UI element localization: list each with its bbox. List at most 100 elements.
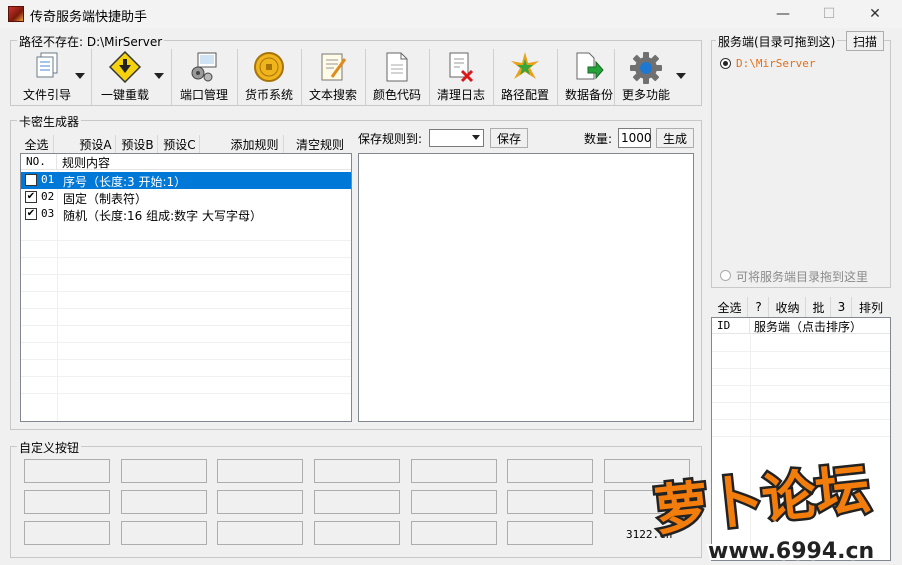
color-code-icon	[386, 52, 408, 82]
custom-button-3[interactable]	[217, 459, 303, 483]
path-config-icon	[511, 52, 539, 79]
grid-line	[21, 291, 351, 292]
grid-line	[21, 359, 351, 360]
rules-list[interactable]: NO. 规则内容 ✔ 01 序号（长度:3 开始:1） ✔ 02 固定（制表符）…	[20, 153, 352, 422]
server-col-id[interactable]: ID	[712, 318, 750, 334]
custom-button-8[interactable]	[24, 490, 110, 514]
preset-a-button[interactable]: 预设A	[76, 135, 116, 153]
text-search-button[interactable]: 文本搜索	[303, 51, 363, 103]
watermark-logo: 萝卜论坛 www.6994.cn	[649, 455, 890, 565]
toolbar-separator	[365, 49, 366, 105]
grid-line	[21, 325, 351, 326]
grid-line	[712, 351, 890, 352]
custom-buttons-title: 自定义按钮	[17, 439, 82, 456]
collapse-button[interactable]: 收纳	[770, 297, 806, 317]
toolbar-separator	[91, 49, 92, 105]
server-radio-selected[interactable]	[720, 58, 731, 69]
grid-line	[21, 376, 351, 377]
custom-button-4[interactable]	[314, 459, 400, 483]
clean-log-icon	[449, 52, 474, 83]
generated-output-area[interactable]	[358, 153, 694, 422]
maximize-button[interactable]: ☐	[806, 0, 852, 28]
quantity-label: 数量:	[584, 132, 613, 146]
toolbar-separator	[237, 49, 238, 105]
minimize-button[interactable]: —	[760, 0, 806, 28]
custom-button-9[interactable]	[121, 490, 207, 514]
grid-line	[712, 419, 890, 420]
quantity-input[interactable]: 1000	[618, 128, 652, 148]
server-group-title: 服务端(目录可拖到这)	[716, 33, 838, 50]
clean-log-button[interactable]: 清理日志	[431, 51, 491, 103]
reload-dropdown-arrow[interactable]	[154, 73, 164, 79]
file-guide-dropdown-arrow[interactable]	[75, 73, 85, 79]
toolbar-separator	[429, 49, 430, 105]
generate-button[interactable]: 生成	[656, 128, 694, 148]
file-guide-button[interactable]: 文件引导	[17, 51, 77, 103]
rule-checkbox[interactable]: ✔	[25, 208, 37, 220]
custom-button-18[interactable]	[314, 521, 400, 545]
custom-button-16[interactable]	[121, 521, 207, 545]
custom-button-2[interactable]	[121, 459, 207, 483]
custom-button-17[interactable]	[217, 521, 303, 545]
reload-button[interactable]: 一键重载	[95, 51, 155, 103]
rule-row-03[interactable]: ✔ 03 随机（长度:16 组成:数字 大写字母）	[21, 206, 351, 223]
custom-button-1[interactable]	[24, 459, 110, 483]
clear-rules-button[interactable]: 清空规则	[290, 135, 350, 153]
toolbar-separator	[301, 49, 302, 105]
currency-button[interactable]: 货币系统	[239, 51, 299, 103]
scan-button[interactable]: 扫描	[846, 31, 884, 51]
rule-row-02[interactable]: ✔ 02 固定（制表符）	[21, 189, 351, 206]
close-button[interactable]: ✕	[852, 0, 898, 28]
more-functions-dropdown-arrow[interactable]	[676, 73, 686, 79]
sort-button[interactable]: 排列	[853, 297, 889, 317]
drag-hint-radio[interactable]	[720, 270, 731, 281]
watermark-url: www.6994.cn	[708, 539, 874, 562]
custom-button-11[interactable]	[314, 490, 400, 514]
port-manage-icon	[191, 52, 217, 82]
custom-button-6[interactable]	[507, 459, 593, 483]
preset-c-button[interactable]: 预设C	[160, 135, 200, 153]
toolbar-separator	[171, 49, 172, 105]
server-select-all-button[interactable]: 全选	[712, 297, 748, 317]
save-button[interactable]: 保存	[490, 128, 528, 148]
grid-line	[21, 342, 351, 343]
rules-col-no[interactable]: NO.	[21, 154, 57, 170]
grid-line	[21, 393, 351, 394]
custom-button-13[interactable]	[507, 490, 593, 514]
toolbar-separator	[614, 49, 615, 105]
batch-button[interactable]: 批	[807, 297, 831, 317]
help-button[interactable]: ?	[749, 297, 769, 317]
rules-col-content[interactable]: 规则内容	[57, 154, 351, 170]
custom-button-20[interactable]	[507, 521, 593, 545]
rule-row-01[interactable]: ✔ 01 序号（长度:3 开始:1）	[21, 172, 351, 189]
path-config-button[interactable]: 路径配置	[495, 51, 555, 103]
app-icon	[8, 6, 24, 22]
text-search-icon	[321, 53, 347, 81]
toolbar-separator	[493, 49, 494, 105]
custom-button-12[interactable]	[411, 490, 497, 514]
server-path[interactable]: D:\MirServer	[736, 57, 815, 70]
server-col-name[interactable]: 服务端（点击排序）	[750, 318, 890, 334]
grid-line	[712, 436, 890, 437]
data-backup-button[interactable]: 数据备份	[559, 51, 619, 103]
port-manage-button[interactable]: 端口管理	[174, 51, 234, 103]
custom-button-5[interactable]	[411, 459, 497, 483]
custom-button-15[interactable]	[24, 521, 110, 545]
custom-button-19[interactable]	[411, 521, 497, 545]
grid-line	[712, 402, 890, 403]
more-functions-button[interactable]: 更多功能	[616, 51, 676, 103]
grid-line	[21, 257, 351, 258]
reload-icon	[109, 51, 141, 83]
grid-line	[712, 385, 890, 386]
save-rule-target-select[interactable]	[429, 129, 484, 147]
three-button[interactable]: 3	[832, 297, 852, 317]
title-bar: 传奇服务端快捷助手 — ☐ ✕	[0, 0, 902, 28]
rule-checkbox[interactable]: ✔	[25, 174, 37, 186]
rules-select-all-button[interactable]: 全选	[20, 135, 54, 153]
add-rule-button[interactable]: 添加规则	[226, 135, 284, 153]
rule-checkbox[interactable]: ✔	[25, 191, 37, 203]
custom-button-10[interactable]	[217, 490, 303, 514]
preset-b-button[interactable]: 预设B	[118, 135, 158, 153]
color-code-button[interactable]: 颜色代码	[367, 51, 427, 103]
window-title: 传奇服务端快捷助手	[30, 10, 148, 25]
